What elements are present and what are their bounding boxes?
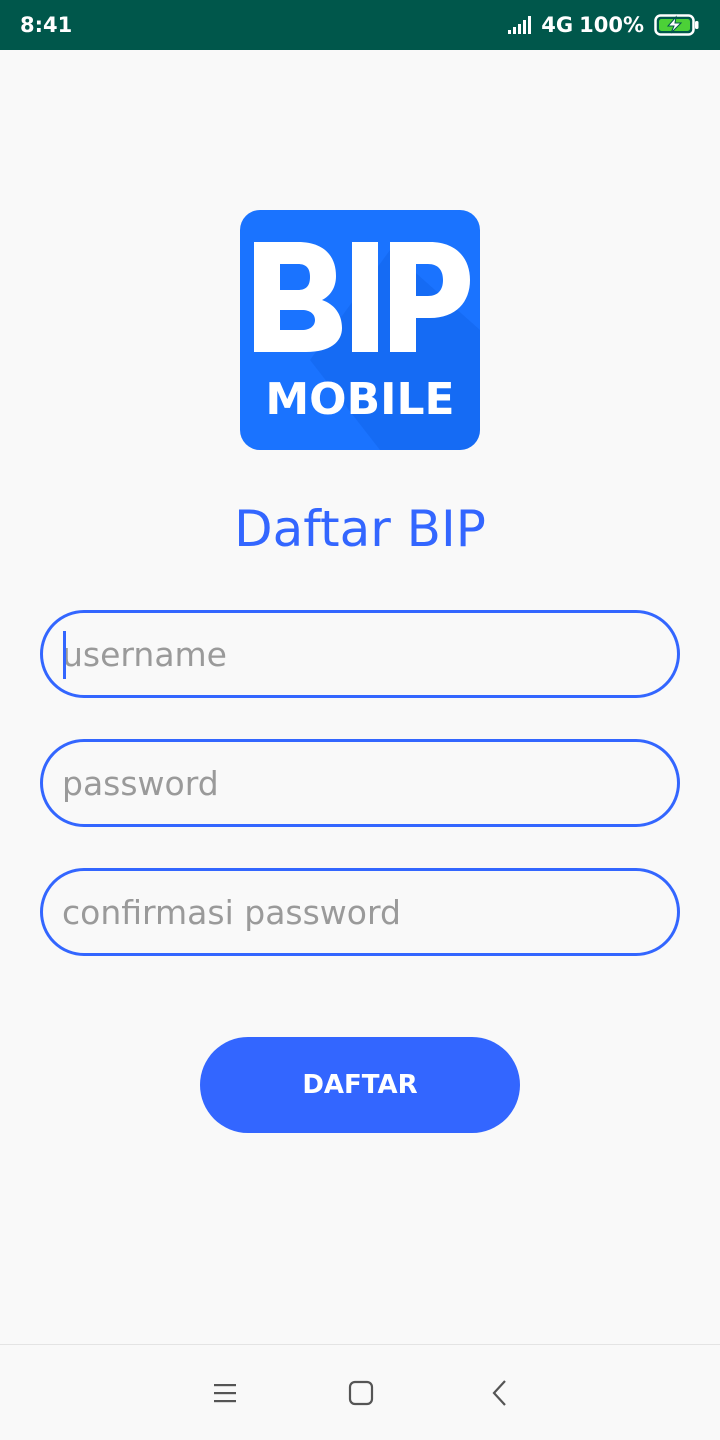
- confirm-password-field[interactable]: [40, 868, 680, 956]
- logo-mobile-text: MOBILE: [265, 374, 454, 425]
- battery-percent: 100%: [579, 13, 644, 37]
- status-time: 8:41: [20, 13, 73, 37]
- register-screen: 8:41 4G 100% MOBILE Daftar BIP username …: [0, 0, 720, 1440]
- network-type: 4G: [541, 13, 574, 37]
- daftar-button[interactable]: DAFTAR: [200, 1037, 520, 1133]
- status-indicators: 4G 100%: [508, 13, 700, 37]
- navigation-bar: [0, 1344, 720, 1440]
- password-input[interactable]: [62, 763, 677, 803]
- menu-icon[interactable]: [205, 1375, 245, 1411]
- username-input[interactable]: [62, 634, 677, 674]
- bip-mobile-logo: MOBILE: [240, 210, 480, 450]
- back-icon[interactable]: [480, 1375, 520, 1411]
- status-bar: 8:41 4G 100%: [0, 0, 720, 50]
- signal-icon: [508, 16, 532, 34]
- password-field[interactable]: [40, 739, 680, 827]
- text-cursor: [63, 631, 66, 679]
- home-square-icon[interactable]: [341, 1375, 381, 1411]
- confirm-password-input[interactable]: [62, 892, 677, 932]
- username-field[interactable]: [40, 610, 680, 698]
- page-title: Daftar BIP: [234, 500, 486, 558]
- battery-charging-icon: [654, 14, 700, 36]
